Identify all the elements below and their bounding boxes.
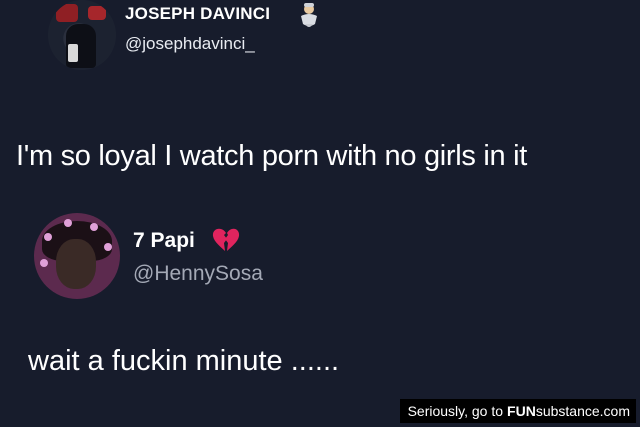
watermark-brand-rest: substance.com xyxy=(535,403,630,419)
watermark-prefix: Seriously, go to xyxy=(407,403,504,419)
broken-heart-icon xyxy=(212,228,240,251)
tweet2-text: wait a fuckin minute ...... xyxy=(28,345,340,377)
screenshot-page: JOSEPH DAVINCI @josephdavinci_ I'm so lo… xyxy=(0,0,640,427)
watermark-brand-fun: FUN xyxy=(507,403,536,419)
tweet1-text: I'm so loyal I watch porn with no girls … xyxy=(16,140,528,172)
tweet2-handle[interactable]: @HennySosa xyxy=(133,262,263,286)
tweet1-handle[interactable]: @josephdavinci_ xyxy=(125,34,255,54)
tweet1-display-name[interactable]: JOSEPH DAVINCI xyxy=(125,4,270,24)
genie-emoji-icon xyxy=(301,3,317,27)
tweet2-display-name[interactable]: 7 Papi xyxy=(133,229,195,253)
tweet1-avatar[interactable] xyxy=(48,0,116,70)
tweet2-avatar[interactable] xyxy=(34,213,120,299)
funsubstance-watermark[interactable]: Seriously, go to FUN substance.com xyxy=(399,399,636,423)
